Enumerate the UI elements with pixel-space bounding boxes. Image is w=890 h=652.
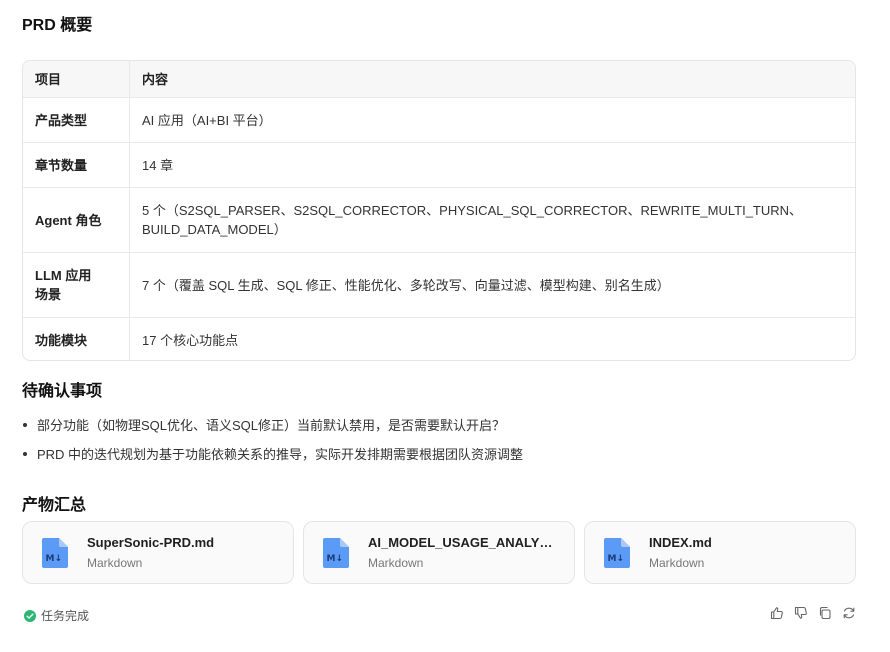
bullet-dot — [23, 422, 27, 427]
table-header-value: 内容 — [142, 71, 169, 87]
table-header-key: 项目 — [23, 61, 130, 97]
file-type: Markdown — [649, 556, 705, 570]
file-card[interactable]: M↓ AI_MODEL_USAGE_ANALYSIS.md Markdown — [303, 521, 575, 584]
overview-title: PRD 概要 — [22, 17, 93, 34]
table-cell-key: Agent 角色 — [23, 188, 130, 252]
file-type: Markdown — [87, 556, 143, 570]
artifacts-title: 产物汇总 — [22, 497, 87, 514]
pending-title: 待确认事项 — [22, 383, 103, 400]
file-name: AI_MODEL_USAGE_ANALYSIS.md — [368, 535, 558, 550]
file-name: SuperSonic-PRD.md — [87, 535, 215, 550]
svg-text:M↓: M↓ — [608, 554, 625, 564]
pending-list: 部分功能（如物理SQL优化、语义SQL修正）当前默认禁用，是否需要默认开启？ P… — [22, 410, 523, 468]
markdown-file-icon: M↓ — [42, 537, 68, 568]
task-status: 任务完成 — [24, 607, 89, 624]
table-header-row: 项目 内容 — [23, 61, 855, 98]
regenerate-icon[interactable] — [842, 606, 856, 620]
file-type: Markdown — [368, 556, 424, 570]
artifact-list: M↓ SuperSonic-PRD.md Markdown M↓ AI_MODE… — [22, 521, 856, 584]
copy-icon[interactable] — [818, 606, 832, 620]
bullet-dot — [23, 451, 27, 456]
table-row: 功能模块 17 个核心功能点 — [23, 318, 855, 360]
markdown-file-icon: M↓ — [323, 537, 349, 568]
markdown-file-icon: M↓ — [604, 537, 630, 568]
table-cell-value: 14 章 — [142, 157, 174, 173]
overview-table: 项目 内容 产品类型 AI 应用（AI+BI 平台） 章节数量 14 章 Age… — [22, 60, 856, 361]
table-row: 章节数量 14 章 — [23, 143, 855, 188]
table-cell-value: AI 应用（AI+BI 平台） — [142, 112, 272, 128]
list-item-text: PRD 中的迭代规划为基于功能依赖关系的推导，实际开发排期需要根据团队资源调整 — [37, 447, 524, 462]
file-name: INDEX.md — [649, 535, 712, 550]
table-row: 产品类型 AI 应用（AI+BI 平台） — [23, 98, 855, 143]
table-row: Agent 角色 5 个（S2SQL_PARSER、S2SQL_CORRECTO… — [23, 188, 855, 253]
check-circle-icon — [24, 609, 36, 622]
table-cell-key: 产品类型 — [23, 98, 130, 142]
file-card[interactable]: M↓ INDEX.md Markdown — [584, 521, 856, 584]
table-cell-key: 功能模块 — [23, 318, 130, 360]
status-text: 任务完成 — [41, 609, 90, 623]
file-card[interactable]: M↓ SuperSonic-PRD.md Markdown — [22, 521, 294, 584]
table-cell-value: 17 个核心功能点 — [142, 332, 239, 348]
message-actions — [770, 606, 856, 620]
list-item: PRD 中的迭代规划为基于功能依赖关系的推导，实际开发排期需要根据团队资源调整 — [22, 439, 523, 468]
svg-text:M↓: M↓ — [46, 554, 63, 564]
svg-text:M↓: M↓ — [327, 554, 344, 564]
table-cell-key: 章节数量 — [23, 143, 130, 187]
table-cell-value: 5 个（S2SQL_PARSER、S2SQL_CORRECTOR、PHYSICA… — [142, 203, 803, 237]
table-cell-value: 7 个（覆盖 SQL 生成、SQL 修正、性能优化、多轮改写、向量过滤、模型构建… — [142, 277, 670, 293]
list-item-text: 部分功能（如物理SQL优化、语义SQL修正）当前默认禁用，是否需要默认开启？ — [37, 418, 506, 433]
list-item: 部分功能（如物理SQL优化、语义SQL修正）当前默认禁用，是否需要默认开启？ — [22, 410, 523, 439]
table-row: LLM 应用场景 7 个（覆盖 SQL 生成、SQL 修正、性能优化、多轮改写、… — [23, 253, 855, 318]
table-cell-key: LLM 应用场景 — [23, 253, 130, 317]
thumbs-down-icon[interactable] — [794, 606, 808, 620]
thumbs-up-icon[interactable] — [770, 606, 784, 620]
